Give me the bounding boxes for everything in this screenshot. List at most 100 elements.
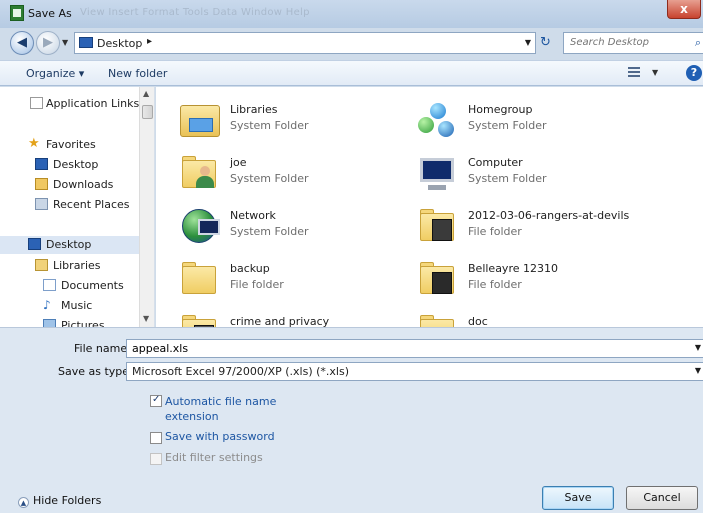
- computer-icon: [416, 152, 460, 196]
- address-dropdown-icon[interactable]: ▼: [525, 38, 531, 47]
- folder-icon: [178, 258, 222, 302]
- save-as-type-value[interactable]: Microsoft Excel 97/2000/XP (.xls) (*.xls…: [132, 365, 349, 378]
- file-type: System Folder: [230, 172, 309, 185]
- recent-locations-dropdown[interactable]: ▼: [62, 38, 68, 47]
- network-icon: [178, 205, 222, 249]
- libraries-icon: [35, 259, 48, 271]
- file-name: backup: [230, 262, 270, 275]
- recent-places-icon: [35, 198, 48, 210]
- address-row: ◀ ▶ ▼ Desktop ▸ ▼ ↻ ⌕: [0, 28, 703, 58]
- file-name: crime and privacy: [230, 315, 330, 327]
- organize-menu-button[interactable]: Organize ▾: [26, 67, 84, 80]
- file-item-network[interactable]: Network System Folder: [178, 205, 408, 255]
- nav-item-downloads[interactable]: Downloads: [0, 176, 140, 194]
- photo-folder-icon: [178, 311, 222, 327]
- nav-item-documents[interactable]: Documents: [0, 277, 140, 295]
- nav-item-label: Pictures: [61, 319, 105, 327]
- view-options-dropdown[interactable]: ▼: [652, 68, 658, 77]
- file-name-field[interactable]: ▼: [126, 339, 703, 358]
- save-options-panel: File name: ▼ Save as type: Microsoft Exc…: [0, 327, 703, 513]
- nav-item-label: Desktop: [53, 158, 99, 171]
- chevron-down-icon[interactable]: ▼: [695, 366, 701, 375]
- file-name: doc: [468, 315, 488, 327]
- hide-folders-label[interactable]: Hide Folders: [33, 494, 101, 507]
- file-type: System Folder: [468, 172, 547, 185]
- file-item-crime-and-privacy[interactable]: crime and privacy: [178, 311, 408, 327]
- help-icon[interactable]: ?: [686, 65, 702, 81]
- documents-icon: [43, 279, 56, 291]
- downloads-icon: [35, 178, 48, 190]
- scroll-thumb[interactable]: [142, 105, 153, 119]
- file-item-backup[interactable]: backup File folder: [178, 258, 408, 308]
- file-name-input[interactable]: [132, 342, 632, 355]
- search-box[interactable]: ⌕: [563, 32, 703, 54]
- file-name: Libraries: [230, 103, 278, 116]
- background-menu-bar: View Insert Format Tools Data Window Hel…: [80, 7, 310, 18]
- collapse-arrow-icon[interactable]: ▲: [18, 497, 29, 508]
- homegroup-icon: [416, 99, 460, 143]
- nav-item-libraries[interactable]: Libraries: [0, 257, 140, 275]
- scroll-up-icon[interactable]: ▲: [143, 89, 149, 98]
- libraries-icon: [178, 99, 222, 143]
- save-with-password-label[interactable]: Save with password: [165, 430, 275, 443]
- change-view-icon[interactable]: [628, 67, 640, 79]
- nav-item-desktop-favorite[interactable]: Desktop: [0, 156, 140, 174]
- chevron-down-icon[interactable]: ▼: [695, 343, 701, 352]
- desktop-icon: [28, 238, 41, 250]
- nav-item-label: Documents: [61, 279, 124, 292]
- refresh-icon[interactable]: ↻: [540, 35, 551, 50]
- scroll-down-icon[interactable]: ▼: [143, 314, 149, 323]
- document-icon: [30, 97, 43, 109]
- excel-app-icon: [10, 5, 24, 21]
- file-name: Network: [230, 209, 276, 222]
- breadcrumb-separator[interactable]: ▸: [147, 36, 152, 47]
- file-item-joe[interactable]: joe System Folder: [178, 152, 408, 202]
- nav-item-label: Favorites: [46, 138, 96, 151]
- auto-extension-checkbox[interactable]: [150, 394, 162, 407]
- back-button[interactable]: ◀: [10, 31, 34, 55]
- close-button[interactable]: x: [667, 0, 701, 19]
- file-type: System Folder: [468, 119, 547, 132]
- new-folder-button[interactable]: New folder: [108, 67, 167, 80]
- photo-folder-icon: [416, 258, 460, 302]
- save-as-type-select[interactable]: Microsoft Excel 97/2000/XP (.xls) (*.xls…: [126, 362, 703, 381]
- nav-item-label: Application Links: [46, 97, 140, 110]
- nav-item-recent-places[interactable]: Recent Places: [0, 196, 140, 214]
- command-toolbar: Organize ▾ New folder ▼ ?: [0, 60, 703, 86]
- file-name: Homegroup: [468, 103, 533, 116]
- auto-extension-label[interactable]: Automatic file name extension: [165, 394, 285, 424]
- nav-item-music[interactable]: ♪ Music: [0, 297, 140, 315]
- cancel-button[interactable]: Cancel: [626, 486, 698, 510]
- file-type: System Folder: [230, 225, 309, 238]
- search-icon[interactable]: ⌕: [695, 36, 701, 50]
- file-item-libraries[interactable]: Libraries System Folder: [178, 99, 408, 149]
- star-icon: ★: [28, 136, 40, 151]
- file-type: System Folder: [230, 119, 309, 132]
- hide-folders-button[interactable]: ▲ Hide Folders: [18, 494, 101, 508]
- save-button[interactable]: Save: [542, 486, 614, 510]
- forward-button[interactable]: ▶: [36, 31, 60, 55]
- nav-item-label: Downloads: [53, 178, 114, 191]
- photo-folder-icon: [416, 205, 460, 249]
- file-name: 2012-03-06-rangers-at-devils: [468, 209, 630, 222]
- file-name: joe: [230, 156, 247, 169]
- file-item-homegroup[interactable]: Homegroup System Folder: [416, 99, 646, 149]
- file-item-doc[interactable]: doc: [416, 311, 646, 327]
- nav-item-desktop[interactable]: Desktop: [0, 236, 140, 254]
- file-list[interactable]: Libraries System Folder Homegroup System…: [156, 87, 703, 327]
- nav-item-application-links[interactable]: Application Links: [0, 95, 140, 113]
- file-item-rangers-at-devils[interactable]: 2012-03-06-rangers-at-devils File folder: [416, 205, 646, 255]
- file-item-belleayre[interactable]: Belleayre 12310 File folder: [416, 258, 646, 308]
- save-with-password-checkbox[interactable]: [150, 432, 162, 444]
- navigation-pane[interactable]: Application Links ★ Favorites Desktop Do…: [0, 87, 155, 327]
- address-bar[interactable]: Desktop ▸ ▼: [74, 32, 536, 54]
- nav-item-label: Desktop: [46, 238, 92, 251]
- nav-item-label: Music: [61, 299, 93, 312]
- file-type: File folder: [468, 278, 522, 291]
- search-input[interactable]: [570, 37, 682, 48]
- nav-item-favorites[interactable]: ★ Favorites: [0, 136, 140, 154]
- address-path[interactable]: Desktop: [97, 37, 142, 50]
- nav-item-pictures[interactable]: Pictures: [0, 317, 140, 327]
- file-item-computer[interactable]: Computer System Folder: [416, 152, 646, 202]
- nav-scrollbar[interactable]: ▲ ▼: [139, 87, 154, 327]
